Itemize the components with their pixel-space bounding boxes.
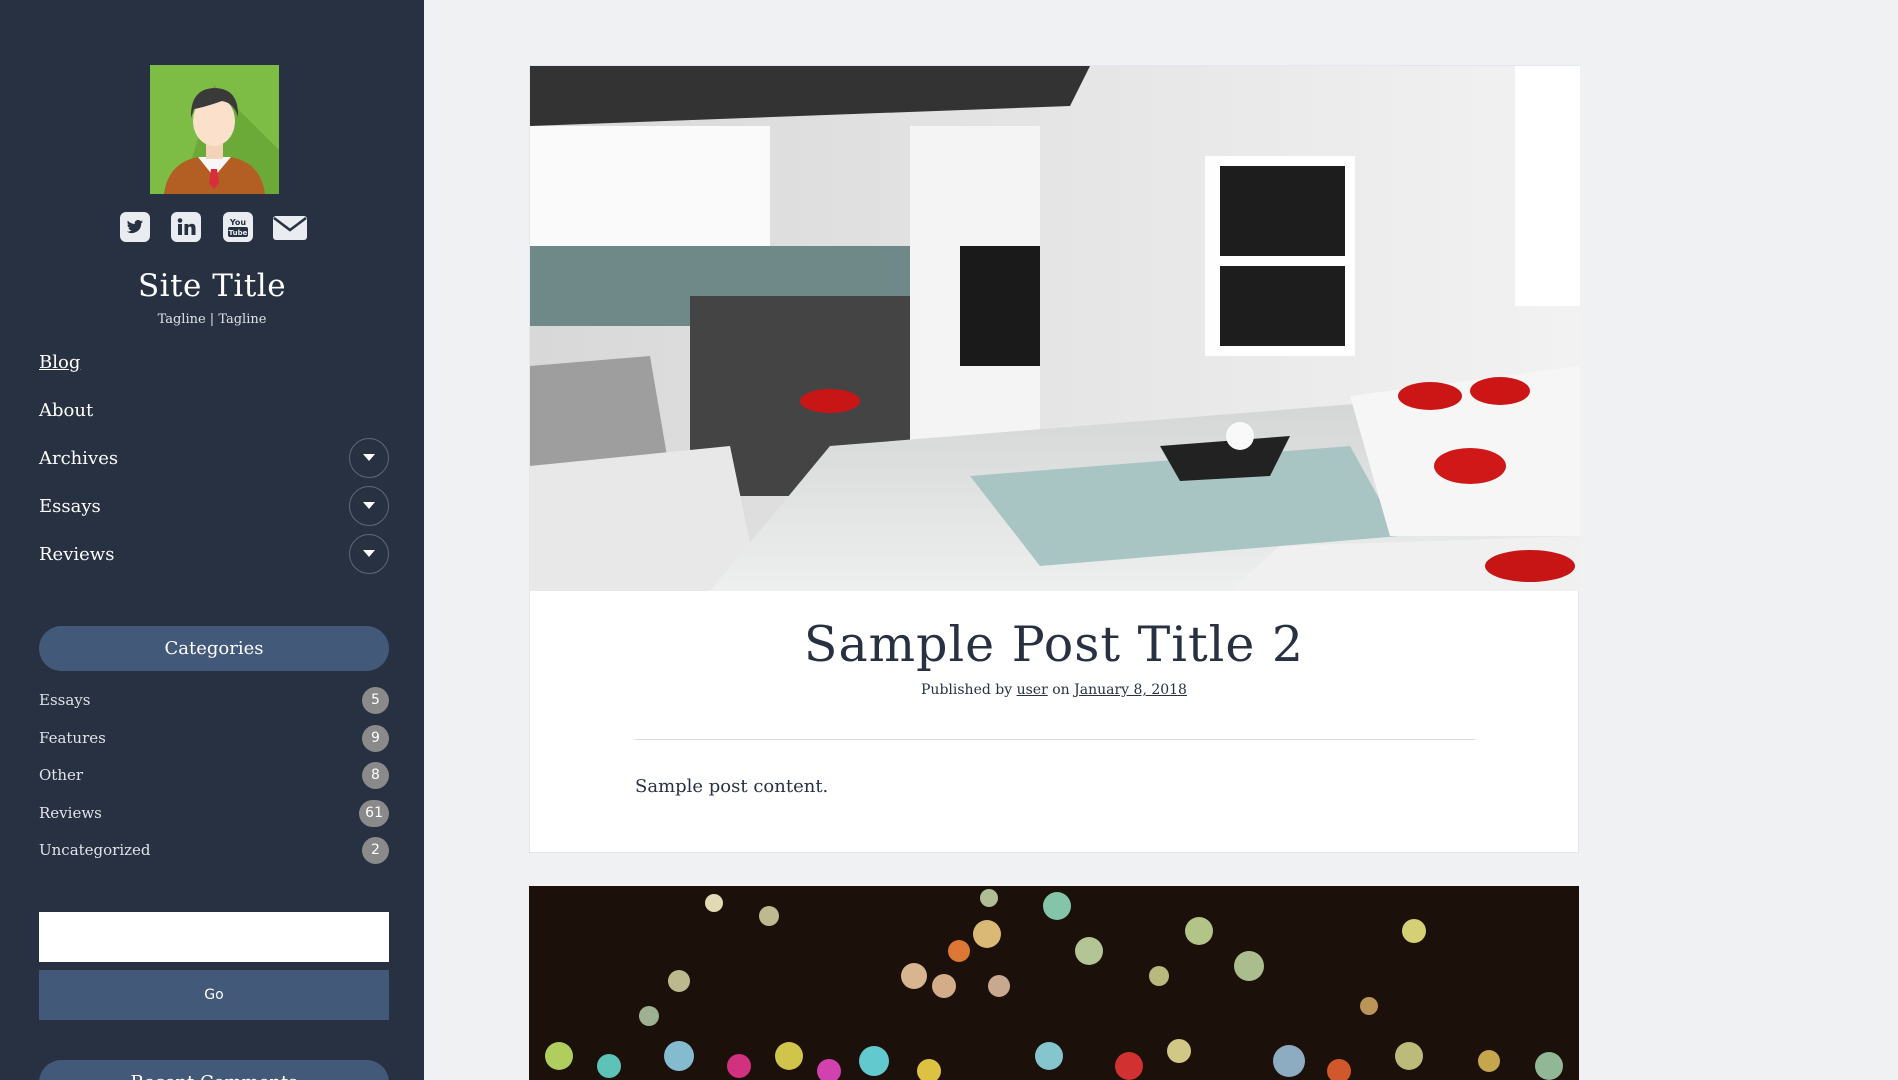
category-name[interactable]: Features [39,729,106,747]
category-item-other[interactable]: Other 8 [39,758,389,796]
nav-item-archives[interactable]: Archives [39,438,389,490]
categories-list: Essays 5 Features 9 Other 8 Reviews 61 U… [39,683,389,871]
post-card: Sample Post Title 2 Published by user on… [529,65,1580,853]
site-title[interactable]: Site Title [0,268,424,304]
linkedin-icon[interactable] [170,212,202,244]
post-date-link[interactable]: January 8, 2018 [1074,682,1187,698]
category-count-badge: 9 [362,724,389,752]
nav-item-essays[interactable]: Essays [39,486,389,538]
social-links: You Tube [0,212,424,244]
category-name[interactable]: Other [39,766,83,784]
search-input[interactable] [39,912,389,962]
nav-item-label[interactable]: Reviews [39,544,114,565]
category-item-reviews[interactable]: Reviews 61 [39,796,389,834]
category-item-features[interactable]: Features 9 [39,721,389,759]
nav-item-label[interactable]: About [39,400,93,421]
chevron-down-icon [363,550,375,557]
nav-item-label[interactable]: Blog [39,352,80,373]
category-name[interactable]: Essays [39,691,90,709]
nav-item-label[interactable]: Archives [39,448,118,469]
submenu-toggle-button[interactable] [349,486,389,526]
nav-item-label[interactable]: Essays [39,496,101,517]
recent-comments-heading: Recent Comments [39,1060,389,1080]
youtube-icon[interactable]: You Tube [222,212,254,244]
next-post-featured-image[interactable] [529,886,1579,1080]
post-author-link[interactable]: user [1017,682,1048,698]
category-count-badge: 8 [362,762,389,789]
svg-text:Tube: Tube [228,229,247,237]
post-content: Sample post content. [635,776,829,797]
nav-item-about[interactable]: About [39,394,389,442]
category-count-badge: 5 [362,687,389,714]
post-meta-on: on [1052,682,1070,698]
sidebar: You Tube Site Title Tagline | Tagline Bl… [0,0,424,1080]
chevron-down-icon [363,454,375,461]
category-name[interactable]: Uncategorized [39,841,151,859]
avatar[interactable] [150,65,279,194]
svg-text:You: You [228,218,246,227]
search-go-button[interactable]: Go [39,970,389,1020]
post-meta-prefix: Published by [921,682,1013,698]
post-divider [635,739,1475,740]
category-name[interactable]: Reviews [39,804,102,822]
nav-item-blog[interactable]: Blog [39,346,389,394]
category-item-uncategorized[interactable]: Uncategorized 2 [39,833,389,871]
category-count-badge: 2 [362,837,389,864]
twitter-icon[interactable] [119,212,151,244]
nav-item-reviews[interactable]: Reviews [39,534,389,586]
category-item-essays[interactable]: Essays 5 [39,683,389,721]
email-icon[interactable] [272,212,307,244]
post-meta: Published by user on January 8, 2018 [530,682,1578,698]
categories-heading: Categories [39,626,389,671]
main-nav: Blog About Archives Essays Reviews [39,346,389,586]
submenu-toggle-button[interactable] [349,438,389,478]
post-title[interactable]: Sample Post Title 2 [530,616,1578,673]
post-featured-image[interactable] [530,66,1580,591]
chevron-down-icon [363,502,375,509]
site-tagline: Tagline | Tagline [157,312,267,327]
avatar-image [150,65,279,194]
submenu-toggle-button[interactable] [349,534,389,574]
category-count-badge: 61 [359,799,389,827]
